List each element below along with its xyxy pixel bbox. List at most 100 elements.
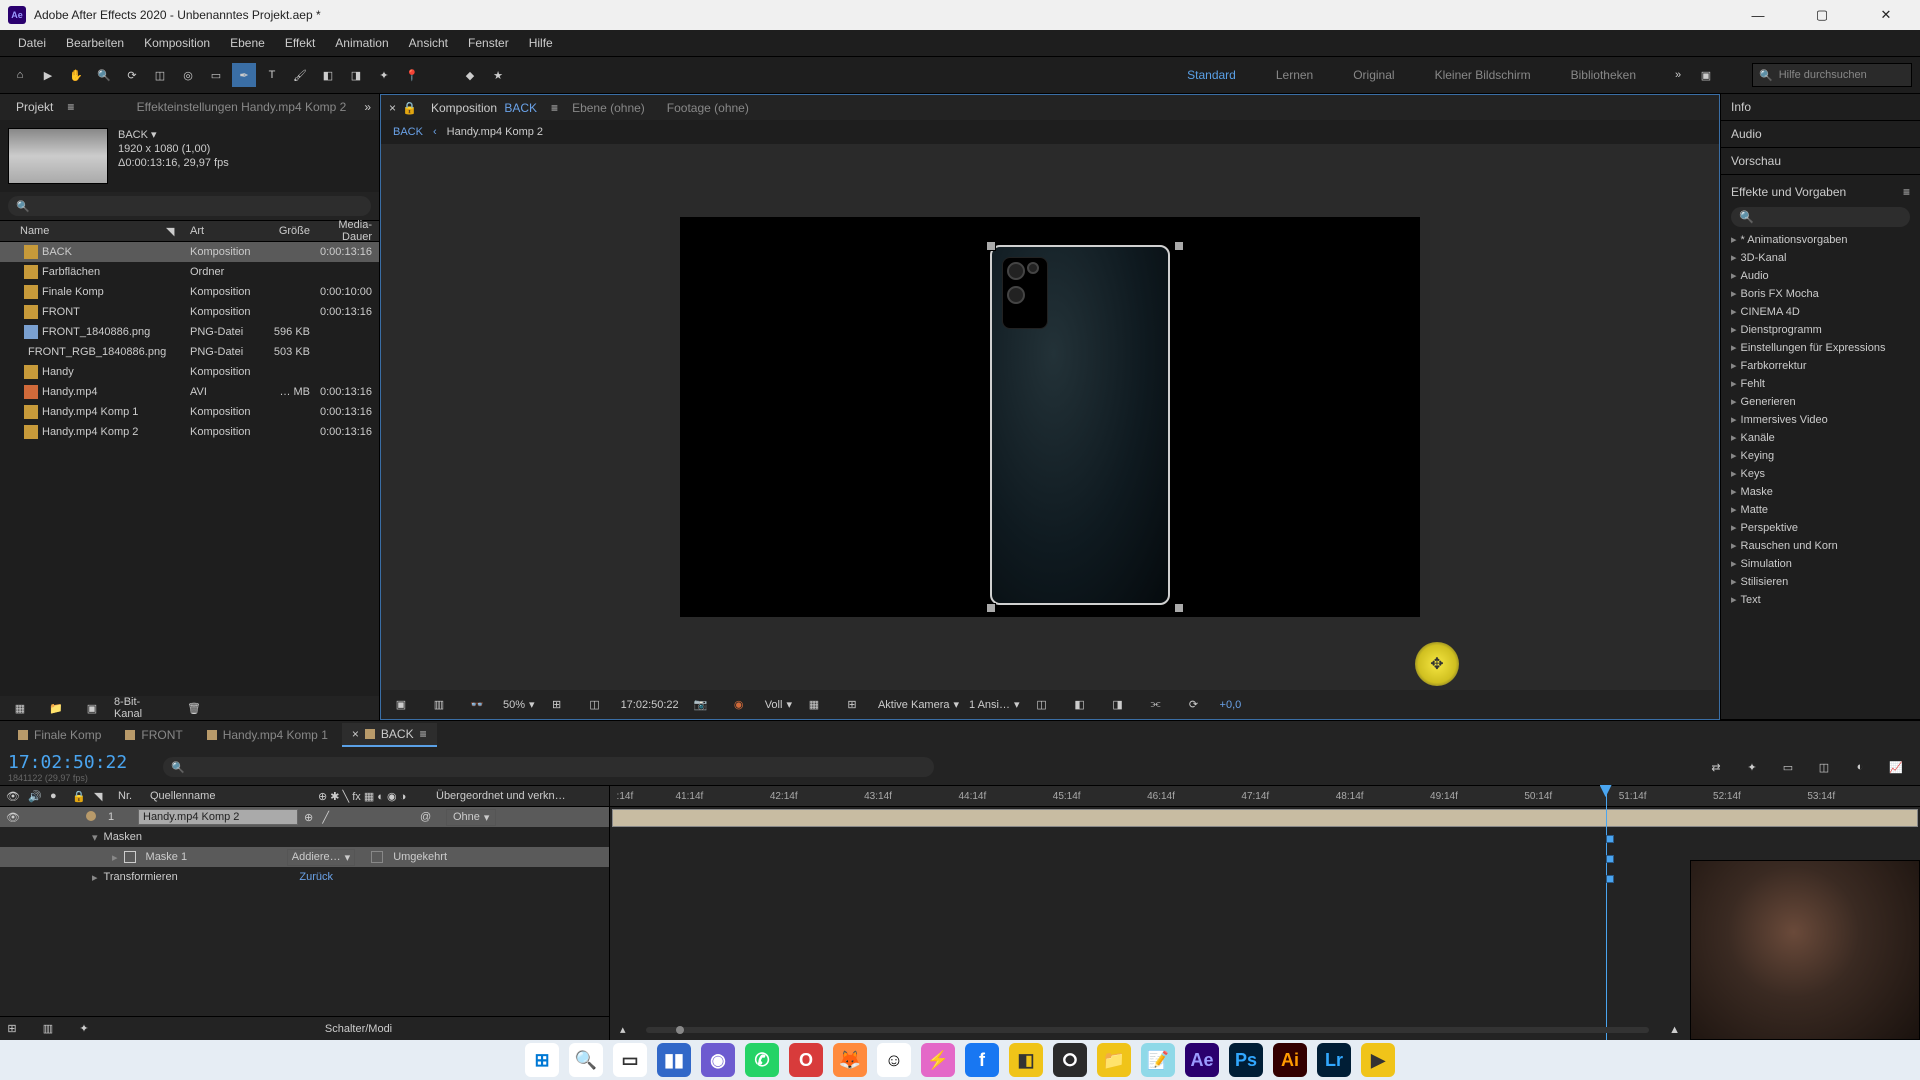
parent-header[interactable]: Übergeordnet und verkn… (436, 790, 603, 802)
project-item[interactable]: Finale KompKomposition0:00:10:00 (0, 282, 379, 302)
effects-category[interactable]: ▸Einstellungen für Expressions (1731, 339, 1910, 357)
taskbar-app-icon[interactable]: ⊞ (525, 1043, 559, 1077)
reset-link[interactable]: Zurück (299, 871, 333, 883)
tab-menu-icon[interactable]: ≡ (420, 727, 427, 741)
ruler-tick[interactable]: 52:14f (1713, 786, 1741, 806)
effect-controls-tab[interactable]: Effekteinstellungen Handy.mp4 Komp 2 (129, 96, 355, 118)
effects-category[interactable]: ▸Text (1731, 591, 1910, 609)
info-panel[interactable]: Info (1721, 94, 1920, 121)
ruler-tick[interactable]: 42:14f (770, 786, 798, 806)
workspace-lernen[interactable]: Lernen (1276, 68, 1313, 82)
effects-category[interactable]: ▸* Animationsvorgaben (1731, 231, 1910, 249)
col-name-header[interactable]: Name (0, 225, 166, 237)
viewer-timecode[interactable]: 17:02:50:22 (621, 699, 679, 711)
menu-ansicht[interactable]: Ansicht (399, 32, 458, 54)
timeline-zoom-slider[interactable] (646, 1027, 1650, 1033)
effects-category[interactable]: ▸Boris FX Mocha (1731, 285, 1910, 303)
lock-header-icon[interactable]: 🔒 (72, 790, 86, 803)
ruler-tick[interactable]: 46:14f (1147, 786, 1175, 806)
brush-tool[interactable]: 🖌 (288, 63, 312, 87)
menu-datei[interactable]: Datei (8, 32, 56, 54)
erase-tool[interactable]: ◨ (344, 63, 368, 87)
col-dur-header[interactable]: Media-Dauer (316, 219, 378, 243)
col-size-header[interactable]: Größe (266, 225, 316, 237)
camera-dropdown[interactable]: Aktive Kamera▾ (878, 698, 959, 711)
taskbar-app-icon[interactable]: ▶ (1361, 1043, 1395, 1077)
window-maximize-button[interactable]: ▢ (1804, 5, 1840, 25)
ruler-tick[interactable]: 49:14f (1430, 786, 1458, 806)
effects-category[interactable]: ▸Maske (1731, 483, 1910, 501)
keyframe-marker[interactable] (1606, 835, 1614, 843)
ruler-tick[interactable]: 53:14f (1807, 786, 1835, 806)
effects-category[interactable]: ▸CINEMA 4D (1731, 303, 1910, 321)
project-item[interactable]: FRONTKomposition0:00:13:16 (0, 302, 379, 322)
toggle-transparency-icon[interactable]: ▥ (427, 693, 451, 717)
resolution-dropdown[interactable]: Voll▾ (765, 698, 792, 711)
parent-dropdown[interactable]: Ohne ▾ (446, 809, 496, 826)
workspace-overflow-icon[interactable]: » (1666, 63, 1690, 87)
center-icon[interactable]: ⊞ (545, 693, 569, 717)
effects-category[interactable]: ▸Matte (1731, 501, 1910, 519)
comp-tab-ebene[interactable]: Ebene (ohne) (564, 97, 653, 119)
new-comp-icon[interactable]: ▣ (80, 696, 104, 720)
breadcrumb-arrow-icon[interactable]: ‹ (433, 126, 437, 138)
graph-editor-icon[interactable]: 📈 (1884, 755, 1908, 779)
crop-icon[interactable]: ◫ (583, 693, 607, 717)
puppet-tool[interactable]: 📍 (400, 63, 424, 87)
mask-handle[interactable] (1174, 603, 1184, 613)
new-folder-icon[interactable]: 📁 (44, 696, 68, 720)
motion-blur-icon[interactable]: ◐ (1848, 755, 1872, 779)
effects-category[interactable]: ▸Rauschen und Korn (1731, 537, 1910, 555)
eye-header-icon[interactable]: 👁 (6, 790, 20, 803)
timeline-track-area[interactable]: :14f41:14f42:14f43:14f44:14f45:14f46:14f… (610, 785, 1920, 1040)
phone-footage[interactable] (990, 245, 1170, 605)
interpret-icon[interactable]: ▦ (8, 696, 32, 720)
close-comp-tab-icon[interactable]: × (389, 101, 396, 115)
effects-category[interactable]: ▸Simulation (1731, 555, 1910, 573)
taskbar-app-icon[interactable]: 📝 (1141, 1043, 1175, 1077)
lock-icon[interactable]: 🔒 (402, 101, 417, 115)
project-tab[interactable]: Projekt (8, 96, 61, 118)
taskbar-app-icon[interactable]: 🔍 (569, 1043, 603, 1077)
roi-icon[interactable]: ▦ (802, 693, 826, 717)
parent-pickwhip-icon[interactable]: @ (420, 811, 440, 823)
clone-tool[interactable]: ◧ (316, 63, 340, 87)
effects-category[interactable]: ▸Generieren (1731, 393, 1910, 411)
keyframe-marker[interactable] (1606, 855, 1614, 863)
toggle-fill-icon[interactable]: ◆ (458, 63, 482, 87)
ruler-tick[interactable]: 50:14f (1524, 786, 1552, 806)
nr-header[interactable]: Nr. (118, 790, 142, 802)
taskbar-app-icon[interactable]: f (965, 1043, 999, 1077)
ruler-tick[interactable]: 48:14f (1336, 786, 1364, 806)
shy-icon[interactable]: ▭ (1776, 755, 1800, 779)
taskbar-app-icon[interactable]: Ps (1229, 1043, 1263, 1077)
mask-enable-checkbox[interactable] (124, 851, 136, 863)
thumb-name[interactable]: BACK ▾ (118, 128, 229, 142)
show-channel-icon[interactable]: ◉ (727, 693, 751, 717)
ruler-tick[interactable]: 43:14f (864, 786, 892, 806)
orbit-tool[interactable]: ⟳ (120, 63, 144, 87)
col-kind-header[interactable]: Art (190, 225, 266, 237)
project-search-field[interactable]: 🔍 (8, 196, 371, 216)
taskbar-app-icon[interactable]: ⚡ (921, 1043, 955, 1077)
draft-icon[interactable]: ◧ (1068, 693, 1092, 717)
mask-handle[interactable] (986, 241, 996, 251)
taskbar-app-icon[interactable]: O (789, 1043, 823, 1077)
layer-name[interactable]: Handy.mp4 Komp 2 (138, 809, 298, 825)
type-tool[interactable]: T (260, 63, 284, 87)
menu-hilfe[interactable]: Hilfe (519, 32, 563, 54)
rect-tool[interactable]: ▭ (204, 63, 228, 87)
comp-tab-komposition[interactable]: Komposition BACK (423, 97, 545, 119)
taskbar-app-icon[interactable]: ◉ (701, 1043, 735, 1077)
toggle-star-icon[interactable]: ★ (486, 63, 510, 87)
masks-group-row[interactable]: ▾ Masken (0, 827, 609, 847)
zoom-tool[interactable]: 🔍 (92, 63, 116, 87)
taskbar-app-icon[interactable]: ⭘ (1053, 1043, 1087, 1077)
brainstorm-icon[interactable]: ✦ (72, 1017, 96, 1041)
timeline-link-icon[interactable]: ⫘ (1144, 693, 1168, 717)
taskbar-app-icon[interactable]: 📁 (1097, 1043, 1131, 1077)
views-dropdown[interactable]: 1 Ansi…▾ (969, 698, 1020, 711)
breadcrumb-child[interactable]: Handy.mp4 Komp 2 (447, 126, 543, 138)
timeline-timecode[interactable]: 17:02:50:22 (8, 752, 127, 773)
help-search-field[interactable]: 🔍 Hilfe durchsuchen (1752, 63, 1912, 87)
